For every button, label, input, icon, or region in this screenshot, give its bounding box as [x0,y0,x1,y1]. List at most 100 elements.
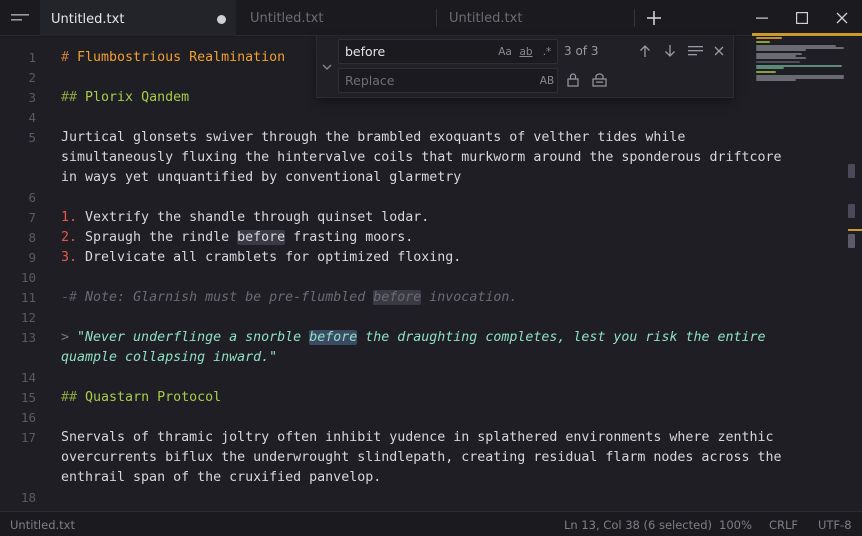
line-number: 11 [20,290,36,305]
line-number: 3 [28,90,36,105]
quote-text: quample collapsing inward." [61,350,278,365]
status-line-ending[interactable]: CRLF [769,518,798,532]
close-find-button[interactable] [708,40,730,62]
minimap-line [756,67,784,69]
code-line-7: 1. Vextrify the shandle through quinset … [61,208,429,228]
line-number: 9 [28,250,36,265]
tab-label: Untitled.txt [51,11,125,27]
plus-icon [647,11,661,25]
line-number: 13 [20,330,36,345]
tab-label: Untitled.txt [250,10,324,26]
scrollbar-current-marker[interactable] [848,234,855,248]
find-in-selection-button[interactable] [684,40,706,62]
replace-icon [567,73,579,87]
minimap[interactable] [754,37,846,147]
heading-marker: # [61,50,78,65]
list-number: 2. [61,230,78,245]
list-text: Drelvicate all cramblets for optimized f… [77,250,462,265]
previous-match-button[interactable] [634,40,656,62]
minimize-icon [756,17,768,19]
comment-text: Note: Glarnish must be pre-flumbled [85,290,374,305]
maximize-button[interactable] [782,0,822,36]
line-number: 7 [28,210,36,225]
line-number: 17 [20,430,36,445]
line-number-gutter: 1 2 3 4 5 6 7 8 9 10 11 12 13 14 15 16 1… [0,37,48,511]
line-number: 5 [28,130,36,145]
status-cursor-position[interactable]: Ln 13, Col 38 (6 selected) [564,518,712,532]
scrollbar-cursor-marker [848,229,862,231]
status-zoom[interactable]: 100% [719,518,752,532]
heading-marker: ## [61,90,86,105]
menu-icon[interactable] [0,0,40,36]
search-match: before [237,230,286,245]
quote-text: "Never underflinge a snorble [77,330,310,345]
tab-divider [436,9,437,27]
preserve-case-button[interactable]: AB [539,72,555,90]
new-tab-button[interactable] [634,0,674,36]
status-filename[interactable]: Untitled.txt [10,518,75,532]
replace-one-button[interactable] [562,69,584,91]
arrow-down-icon [665,45,675,57]
code-line-1: # Flumbostrious Realmination [61,48,285,68]
heading-2: Quastarn Protocol [85,390,222,405]
code-line-13a: > "Never underflinge a snorble before th… [61,328,766,348]
close-icon [836,12,848,24]
code-line-11: -# Note: Glarnish must be pre-flumbled b… [61,288,517,308]
minimize-button[interactable] [742,0,782,36]
status-encoding[interactable]: UTF-8 [818,518,852,532]
chevron-down-icon [322,64,332,70]
line-number: 2 [28,70,36,85]
title-bar: Untitled.txt Untitled.txt Untitled.txt [0,0,862,36]
line-number: 16 [20,410,36,425]
code-line-9: 3. Drelvicate all cramblets for optimize… [61,248,461,268]
maximize-icon [796,12,808,24]
match-case-button[interactable]: Aa [497,43,513,61]
match-count: 3 of 3 [564,44,599,58]
line-number: 8 [28,230,36,245]
code-line-17a: Snervals of thramic joltry often inhibit… [61,430,774,445]
scrollbar-match-marker[interactable] [848,204,855,218]
line-number: 4 [28,110,36,125]
list-text: Spraugh the rindle [77,230,238,245]
minimap-line [756,71,776,73]
next-match-button[interactable] [659,40,681,62]
find-replace-panel: Aa ab .* 3 of 3 AB [316,36,734,98]
replace-all-icon [591,73,607,87]
close-icon [714,46,724,56]
quote-text: the draughting completes, lest you risk … [357,330,766,345]
heading-1: Flumbostrious Realmination [77,50,286,65]
regex-button[interactable]: .* [539,43,555,61]
comment-text: invocation. [421,290,518,305]
code-line-17b: overcurrents biflux the underwrought sli… [61,450,782,465]
toggle-replace-button[interactable] [317,36,337,98]
code-line-5c: in ways yet unquantified by conventional… [61,170,462,185]
code-line-5a: Jurtical glonsets swiver through the bra… [61,130,686,145]
scrollbar-match-marker[interactable] [848,164,855,178]
code-line-5b: simultaneously fluxing the hintervalve c… [61,150,782,165]
replace-field[interactable]: AB [338,68,558,93]
close-window-button[interactable] [822,0,862,36]
code-line-3: ## Plorix Qandem [61,88,189,108]
tab-untitled-1[interactable]: Untitled.txt [40,0,236,36]
list-text: frasting moors. [285,230,414,245]
list-text: Vextrify the shandle through quinset lod… [77,210,430,225]
whole-word-button[interactable]: ab [517,43,535,61]
tab-untitled-3[interactable]: Untitled.txt [449,0,522,36]
tab-label: Untitled.txt [449,10,523,26]
minimap-line [756,61,800,63]
code-line-15: ## Quastarn Protocol [61,388,221,408]
find-field[interactable]: Aa ab .* [338,39,558,64]
replace-input[interactable] [345,69,485,92]
unsaved-dot-icon[interactable] [217,15,226,24]
arrow-up-icon [640,45,650,57]
comment-marker: -# [61,290,86,305]
code-line-13b: quample collapsing inward." [61,348,277,368]
replace-all-button[interactable] [588,69,610,91]
selection-lines-icon [687,46,703,56]
tab-untitled-2[interactable]: Untitled.txt [250,0,323,36]
find-input[interactable] [345,40,485,63]
quote-marker: > [61,330,78,345]
line-number: 15 [20,390,36,405]
line-number: 10 [20,270,36,285]
text-editor[interactable]: 1 2 3 4 5 6 7 8 9 10 11 12 13 14 15 16 1… [0,37,862,511]
